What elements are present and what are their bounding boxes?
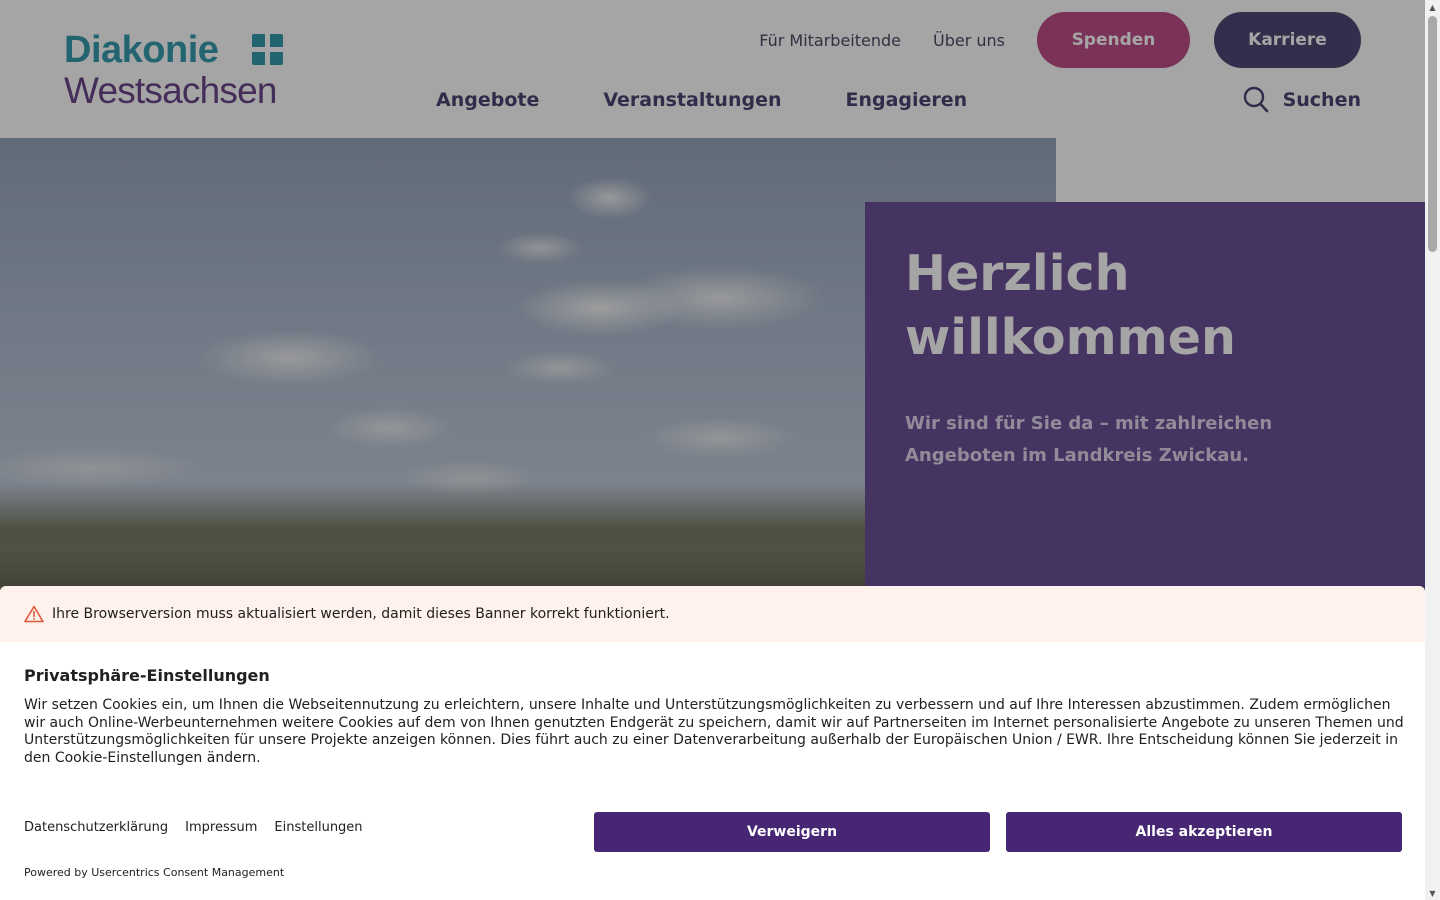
scrollbar-thumb[interactable] bbox=[1428, 16, 1437, 252]
warning-icon bbox=[24, 605, 44, 623]
browser-warning-text: Ihre Browserversion muss aktualisiert we… bbox=[52, 606, 670, 622]
consent-title: Privatsphäre-Einstellungen bbox=[24, 666, 270, 685]
scroll-up-icon[interactable]: ▲ bbox=[1425, 0, 1440, 14]
scroll-down-icon[interactable]: ▼ bbox=[1425, 886, 1440, 900]
deny-button[interactable]: Verweigern bbox=[594, 812, 990, 852]
browser-warning: Ihre Browserversion muss aktualisiert we… bbox=[0, 586, 1425, 642]
consent-links: Datenschutzerklärung Impressum Einstellu… bbox=[24, 820, 380, 835]
imprint-link[interactable]: Impressum bbox=[185, 820, 257, 835]
settings-link[interactable]: Einstellungen bbox=[274, 820, 362, 835]
privacy-policy-link[interactable]: Datenschutzerklärung bbox=[24, 820, 168, 835]
consent-description: Wir setzen Cookies ein, um Ihnen die Web… bbox=[24, 697, 1404, 766]
accept-all-button[interactable]: Alles akzeptieren bbox=[1006, 812, 1402, 852]
powered-by-text: Powered by Usercentrics Consent Manageme… bbox=[24, 866, 285, 879]
scrollbar[interactable]: ▲ ▼ bbox=[1425, 0, 1440, 900]
cookie-consent-banner: Ihre Browserversion muss aktualisiert we… bbox=[0, 586, 1425, 900]
